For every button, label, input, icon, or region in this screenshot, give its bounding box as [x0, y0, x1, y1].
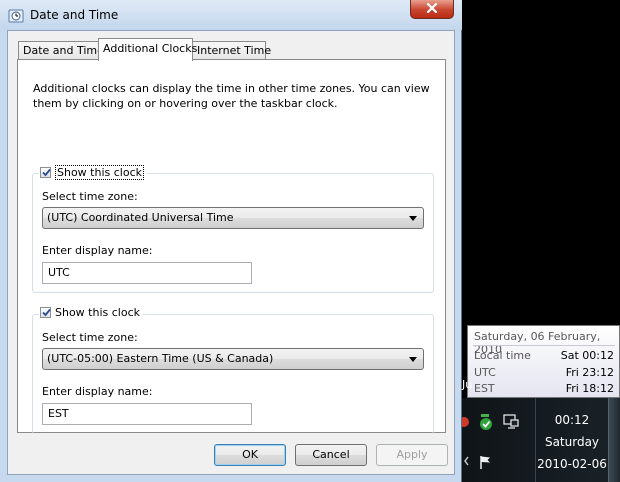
clock2-show-checkbox[interactable]: Show this clock	[39, 306, 143, 319]
tray-red-icon[interactable]	[459, 414, 478, 430]
clock2-name-label: Enter display name:	[42, 385, 153, 398]
popup-row-utc: UTC Fri 23:12	[474, 366, 614, 379]
popup-row-local: Local time Sat 00:12	[474, 349, 614, 362]
window-text-fragment: Ju	[462, 378, 473, 391]
taskbar-clock[interactable]: 00:12 Saturday 2010-02-06	[535, 398, 608, 482]
tab-internet-time[interactable]: Internet Time	[192, 41, 271, 60]
monitor-icon[interactable]	[503, 414, 519, 430]
clock1-timezone-value: (UTC) Coordinated Universal Time	[47, 211, 234, 224]
dialog-client-area: Date and Time Additional Clocks Internet…	[7, 30, 455, 475]
apply-button[interactable]: Apply	[376, 444, 448, 466]
ok-button[interactable]: OK	[214, 444, 286, 466]
title-bar[interactable]: Date and Time	[0, 0, 462, 30]
clock-day: Saturday	[544, 435, 600, 449]
tab-date-and-time[interactable]: Date and Time	[18, 41, 104, 60]
clock2-group: Show this clock Select time zone: (UTC-0…	[32, 306, 434, 434]
popup-divider	[473, 345, 615, 346]
popup-row-value: Fri 18:12	[565, 382, 614, 395]
clock1-show-checkbox[interactable]: Show this clock	[39, 165, 147, 180]
clock1-timezone-select[interactable]: (UTC) Coordinated Universal Time	[42, 207, 424, 229]
cancel-button[interactable]: Cancel	[295, 444, 367, 466]
clock1-group: Show this clock Select time zone: (UTC) …	[32, 165, 434, 293]
tab-additional-clocks[interactable]: Additional Clocks	[98, 38, 197, 61]
clock1-tz-label: Select time zone:	[42, 190, 138, 203]
close-icon	[426, 2, 438, 16]
additional-clocks-panel: Additional clocks can display the time i…	[17, 59, 446, 434]
close-button[interactable]	[410, 0, 454, 19]
clock1-show-label: Show this clock	[55, 165, 144, 180]
clock2-tz-label: Select time zone:	[42, 331, 138, 344]
popup-row-est: EST Fri 18:12	[474, 382, 614, 395]
popup-row-label: UTC	[474, 366, 496, 379]
popup-row-label: EST	[474, 382, 495, 395]
checkbox-icon[interactable]	[40, 167, 51, 178]
popup-row-value: Fri 23:12	[565, 366, 614, 379]
intro-text: Additional clocks can display the time i…	[33, 82, 430, 110]
checkbox-icon[interactable]	[40, 307, 51, 318]
clock-app-icon	[8, 8, 24, 24]
clock2-timezone-value: (UTC-05:00) Eastern Time (US & Canada)	[47, 352, 274, 365]
dropdown-arrow-icon	[409, 357, 417, 362]
action-center-flag-icon[interactable]	[478, 454, 494, 470]
show-desktop-button[interactable]	[608, 398, 620, 482]
popup-row-label: Local time	[474, 349, 531, 362]
clock2-timezone-select[interactable]: (UTC-05:00) Eastern Time (US & Canada)	[42, 348, 424, 370]
clock2-show-label: Show this clock	[55, 306, 140, 319]
date-time-window: Date and Time Date and Time Additional C…	[0, 0, 462, 482]
window-title: Date and Time	[30, 8, 119, 22]
clock-tooltip: Saturday, 06 February, 2010 Local time S…	[467, 325, 620, 398]
clock-date: 2010-02-06	[537, 457, 607, 471]
clock1-display-name-input[interactable]: UTC	[42, 262, 252, 284]
popup-row-value: Sat 00:12	[560, 349, 614, 362]
dropdown-arrow-icon	[409, 216, 417, 221]
clock1-name-label: Enter display name:	[42, 244, 153, 257]
clock-time: 00:12	[554, 413, 590, 427]
clock2-display-name-input[interactable]: EST	[42, 403, 252, 425]
network-check-icon[interactable]	[478, 413, 494, 430]
